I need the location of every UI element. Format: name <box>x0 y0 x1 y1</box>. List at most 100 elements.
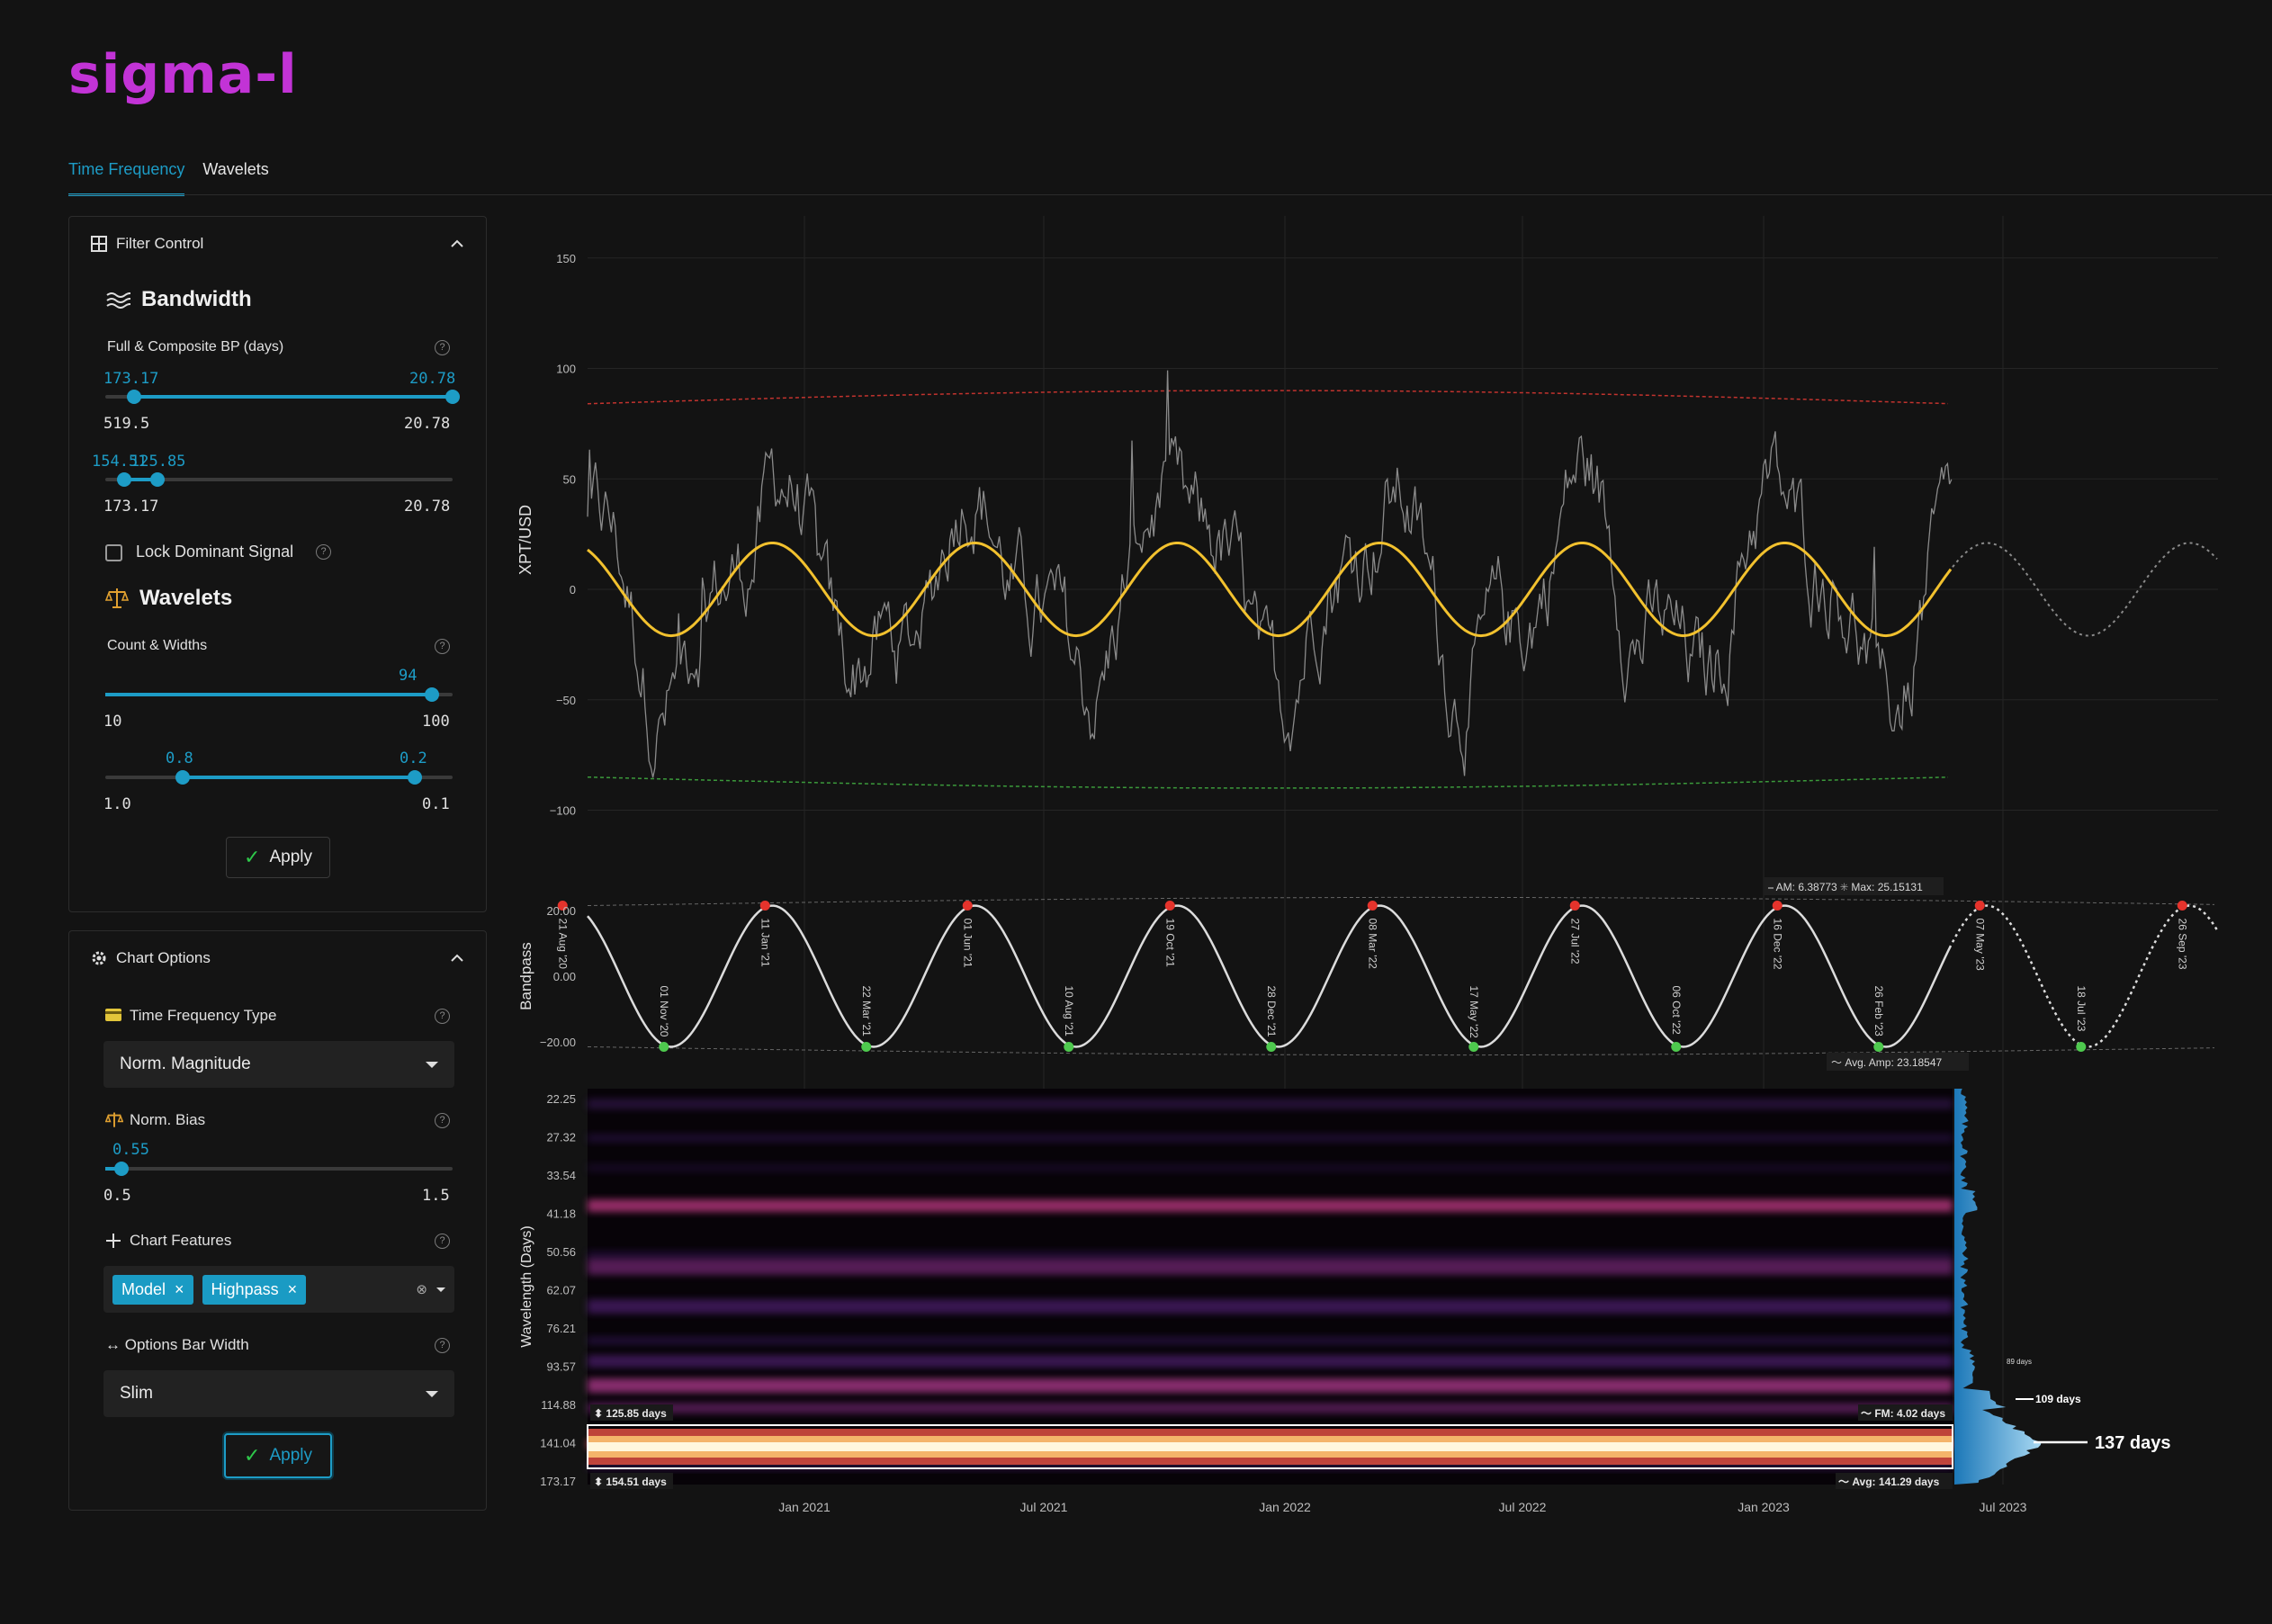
y-tick-label: 93.57 <box>546 1360 576 1374</box>
help-icon[interactable]: ? <box>435 1009 450 1024</box>
trough-label: 17 May '22 <box>1468 985 1480 1038</box>
bandwidth-section: Bandwidth <box>105 287 252 312</box>
wavelength-histogram <box>1954 1089 2042 1485</box>
tabs-divider <box>68 194 2272 195</box>
trough-label: 26 Feb '23 <box>1872 985 1885 1036</box>
peak-label: 08 Mar '22 <box>1366 919 1378 970</box>
peak-label: 19 Oct '21 <box>1163 919 1176 968</box>
dominant-cycle-label: 137 days <box>2095 1433 2171 1453</box>
gear-icon <box>92 951 106 965</box>
heatmap-band <box>588 1378 1953 1393</box>
bandwidth-title: Bandwidth <box>141 287 252 311</box>
resize-horizontal-icon: ↔ <box>105 1336 121 1353</box>
bp2-thumb-right[interactable] <box>150 472 165 487</box>
tf-type-select[interactable]: Norm. Magnitude <box>103 1041 454 1088</box>
tf-type-value: Norm. Magnitude <box>120 1054 251 1073</box>
chevron-up-icon[interactable] <box>450 954 464 963</box>
chart-features-multiselect[interactable]: Model × Highpass × ⊗ <box>103 1266 454 1313</box>
close-icon[interactable]: × <box>288 1280 298 1299</box>
trough-marker <box>861 1041 872 1052</box>
bias-thumb[interactable] <box>114 1162 129 1176</box>
y-tick-label: 150 <box>556 252 576 265</box>
feature-chip-model[interactable]: Model × <box>112 1274 193 1305</box>
avg-amp-annotation: 〜 Avg. Amp: 23.18547 <box>1831 1056 1943 1069</box>
trough-label: 28 Dec '21 <box>1265 985 1278 1036</box>
x-tick-label: Jul 2021 <box>1020 1500 1068 1514</box>
caret-down-icon <box>426 1061 438 1068</box>
heatmap-band <box>588 1355 1953 1368</box>
help-icon[interactable]: ? <box>435 639 450 654</box>
tab-time-frequency[interactable]: Time Frequency <box>68 160 185 196</box>
feature-chip-highpass[interactable]: Highpass × <box>202 1274 307 1305</box>
bp2-thumb-left[interactable] <box>117 472 131 487</box>
bar-width-select[interactable]: Slim <box>103 1370 454 1417</box>
filter-control-header[interactable]: Filter Control <box>69 217 486 271</box>
tab-wavelets[interactable]: Wavelets <box>202 160 268 196</box>
filter-control-panel: Filter Control Bandwidth Full & Composit… <box>68 216 487 912</box>
width-thumb-left[interactable] <box>175 770 190 785</box>
heatmap-band <box>588 1163 1953 1172</box>
wavelets-title: Wavelets <box>139 586 233 610</box>
bp-slider-1[interactable] <box>105 390 460 404</box>
width-left-value: 0.8 <box>166 749 193 767</box>
bp-slider-2[interactable] <box>105 472 453 487</box>
bp2-max: 20.78 <box>404 498 451 516</box>
bias-min: 0.5 <box>103 1187 131 1205</box>
y-tick-label: 20.00 <box>546 904 576 918</box>
help-icon[interactable]: ? <box>435 340 450 355</box>
x-tick-label: Jan 2021 <box>778 1500 831 1514</box>
y-tick-label: 100 <box>556 363 576 376</box>
peak-marker <box>1569 901 1580 911</box>
options-apply-label: Apply <box>269 1446 312 1465</box>
help-icon[interactable]: ? <box>435 1113 450 1128</box>
width-thumb-right[interactable] <box>408 770 422 785</box>
upper-envelope <box>587 390 1949 405</box>
grid-icon <box>91 236 107 252</box>
count-thumb[interactable] <box>425 687 439 702</box>
y-tick-label: 41.18 <box>546 1207 576 1221</box>
clear-icon[interactable]: ⊗ <box>416 1281 427 1297</box>
peak-label: 07 May '23 <box>1973 919 1986 972</box>
caret-down-icon[interactable] <box>436 1287 445 1292</box>
y-axis-label: XPT/USD <box>516 505 534 575</box>
bias-slider[interactable] <box>105 1162 453 1176</box>
peak-marker <box>1772 901 1783 911</box>
lock-dominant-label: Lock Dominant Signal <box>136 543 294 561</box>
am-max-annotation: ⎯ AM: 6.38773 ✳ Max: 25.15131 <box>1768 881 1923 893</box>
help-icon[interactable]: ? <box>316 544 331 560</box>
charts-area: Jan 2021 Jul 2021 Jan 2022 Jul 2022 Jan 2023… <box>516 216 2219 1514</box>
bias-value: 0.55 <box>112 1141 149 1159</box>
scale-icon <box>105 588 129 608</box>
trough-marker <box>1064 1041 1074 1052</box>
count-slider[interactable] <box>105 687 453 702</box>
check-icon: ✓ <box>244 846 261 868</box>
close-icon[interactable]: × <box>175 1280 184 1299</box>
chevron-up-icon[interactable] <box>450 239 464 248</box>
help-icon[interactable]: ? <box>435 1234 450 1249</box>
bandpass-envelope-upper <box>587 896 2215 906</box>
y-tick-label: 173.17 <box>540 1475 576 1488</box>
trough-marker <box>1873 1041 1884 1052</box>
width-right-value: 0.2 <box>400 749 427 767</box>
count-widths-label: Count & Widths <box>107 638 208 653</box>
options-apply-button[interactable]: ✓ Apply <box>224 1433 332 1478</box>
bp1-thumb-right[interactable] <box>445 390 460 404</box>
bp-label: Full & Composite BP (days) <box>107 339 284 354</box>
x-tick-label: Jul 2023 <box>1980 1500 2027 1514</box>
chart-options-header[interactable]: Chart Options <box>69 931 486 985</box>
help-icon[interactable]: ? <box>435 1338 450 1353</box>
peak-label: 27 Jul '22 <box>1568 919 1581 965</box>
filter-control-title: Filter Control <box>116 235 204 252</box>
lock-dominant-checkbox[interactable] <box>105 544 122 561</box>
check-icon: ✓ <box>244 1444 261 1467</box>
width-slider[interactable] <box>105 770 453 785</box>
trough-marker <box>1468 1041 1479 1052</box>
filter-apply-button[interactable]: ✓ Apply <box>226 837 330 878</box>
x-tick-label: Jan 2022 <box>1259 1500 1311 1514</box>
bp1-thumb-left[interactable] <box>127 390 141 404</box>
y-tick-label: −50 <box>556 694 576 707</box>
fm-label: 〜 FM: 4.02 days <box>1861 1407 1945 1420</box>
heatmap-band <box>588 1336 1953 1345</box>
y-axis-label: Bandpass <box>517 942 534 1010</box>
heatmap-band <box>588 1259 1953 1275</box>
